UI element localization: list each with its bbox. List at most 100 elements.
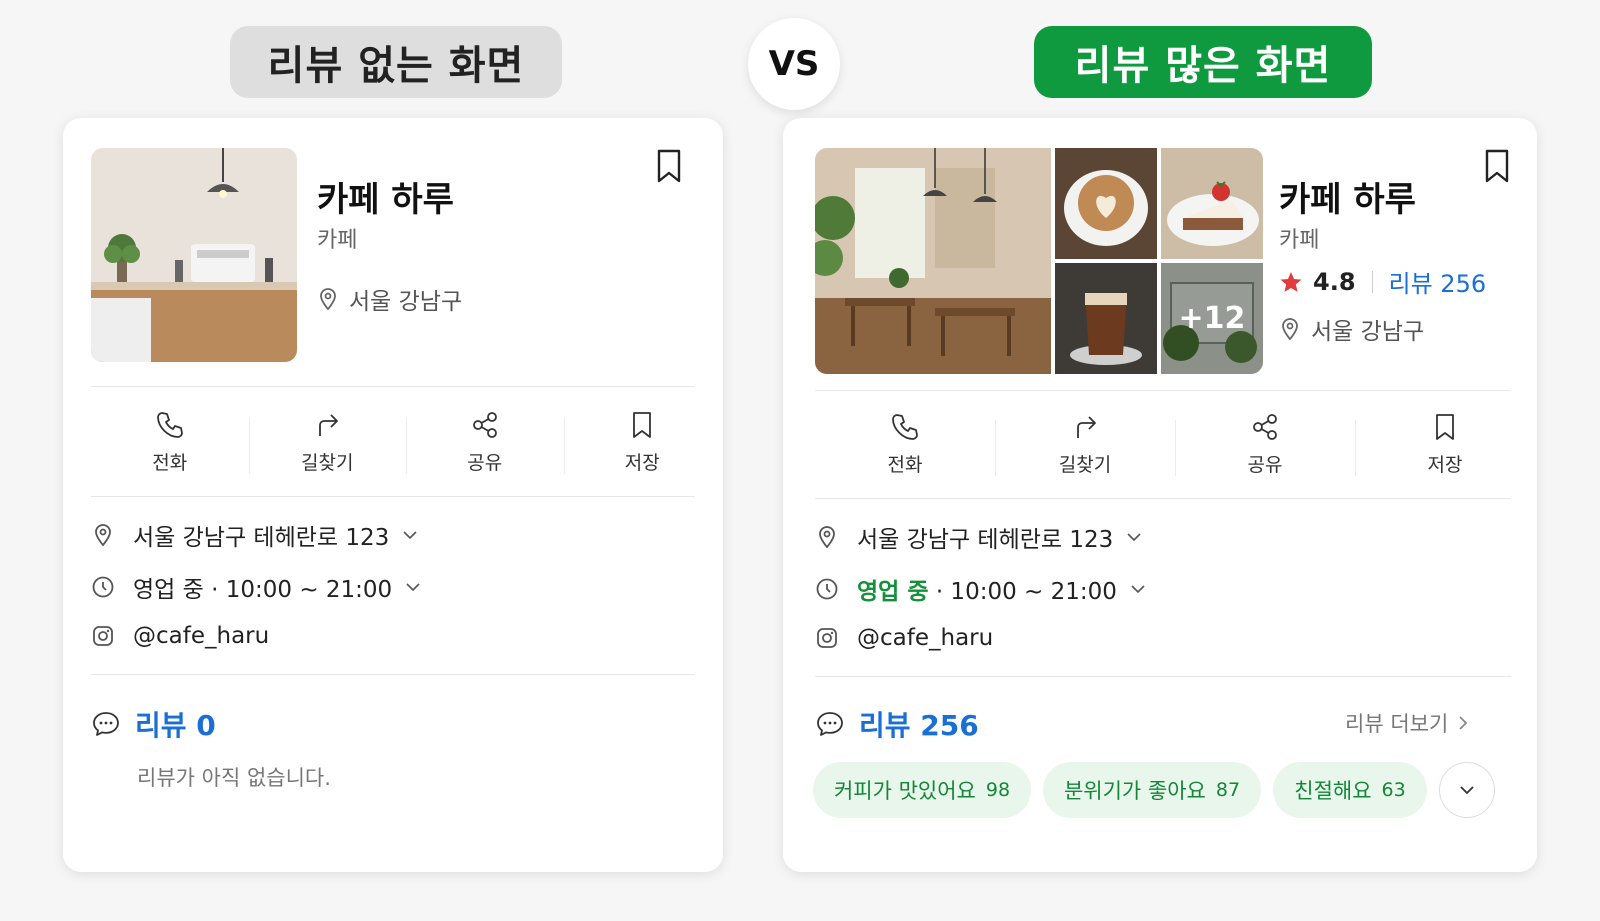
review-keyword-chip[interactable]: 친절해요 63 [1273, 762, 1427, 818]
address-row[interactable]: 서울 강남구 테헤란로 123 [815, 520, 1143, 554]
store-location-text: 서울 강남구 [349, 289, 463, 315]
review-count-label: 리뷰 256 [859, 709, 979, 742]
rating-separator [1371, 270, 1373, 293]
review-keyword-chip[interactable]: 분위기가 좋아요 87 [1043, 762, 1261, 818]
divider [815, 498, 1511, 499]
iced-coffee-image [1055, 263, 1157, 374]
chip-count: 98 [985, 779, 1011, 801]
directions-button[interactable]: 길찾기 [995, 412, 1175, 477]
chevron-down-icon [1127, 533, 1141, 542]
bookmark-icon [1436, 414, 1454, 440]
directions-button[interactable]: 길찾기 [248, 410, 407, 475]
bookmark-icon[interactable] [655, 148, 683, 184]
directions-label: 길찾기 [1058, 454, 1112, 476]
divider [815, 390, 1511, 391]
directions-icon [1077, 416, 1096, 438]
photo-more[interactable]: +12 [1161, 263, 1263, 374]
place-card-no-reviews: 카페 하루 카페 서울 강남구 전화 길찾기 공유 저장 서울 강남구 테헤란로… [63, 118, 723, 872]
vs-badge: VS [748, 18, 840, 110]
address-row[interactable]: 서울 강남구 테헤란로 123 [91, 518, 419, 552]
photo-latte[interactable] [1055, 148, 1157, 259]
divider [91, 674, 695, 675]
right-screen-title: 리뷰 많은 화면 [1034, 26, 1372, 98]
bookmark-icon[interactable] [1483, 148, 1511, 184]
store-location-text: 서울 강남구 [1311, 319, 1425, 345]
left-screen-title: 리뷰 없는 화면 [230, 26, 562, 98]
phone-icon [892, 414, 918, 440]
store-category: 카페 [317, 228, 358, 253]
action-bar: 전화 길찾기 공유 저장 [91, 410, 721, 475]
share-button[interactable]: 공유 [406, 410, 564, 475]
share-icon [1253, 414, 1277, 440]
store-name: 카페 하루 [1279, 180, 1416, 220]
photo-main[interactable] [815, 148, 1051, 374]
open-status: 영업 중 [133, 577, 204, 603]
photo-more-count: +12 [1161, 263, 1263, 374]
rating-row[interactable]: 4.8 리뷰 256 [1279, 264, 1486, 299]
address-text: 서울 강남구 테헤란로 123 [133, 525, 390, 551]
action-bar: 전화 길찾기 공유 저장 [815, 412, 1535, 477]
cafe-photo[interactable] [91, 148, 297, 362]
share-icon [472, 412, 497, 438]
store-location: 서울 강남구 [317, 282, 462, 316]
cake-image [1161, 148, 1263, 259]
review-keyword-chip[interactable]: 커피가 맛있어요 98 [813, 762, 1031, 818]
chevron-right-icon [1459, 716, 1468, 730]
review-header[interactable]: 리뷰 0 [91, 704, 216, 744]
store-location: 서울 강남구 [1279, 312, 1424, 346]
call-label: 전화 [152, 452, 188, 474]
call-button[interactable]: 전화 [815, 412, 995, 477]
chip-count: 63 [1381, 779, 1406, 801]
instagram-row[interactable]: @cafe_haru [815, 625, 993, 651]
chat-bubble-icon [817, 712, 843, 736]
instagram-icon [817, 628, 837, 648]
instagram-handle: @cafe_haru [133, 623, 270, 649]
chevron-down-icon [1131, 585, 1145, 594]
hours-time: · 10:00 ~ 21:00 [211, 577, 393, 603]
phone-icon [156, 412, 183, 438]
cafe-interior-image [91, 148, 297, 362]
star-icon [1280, 271, 1302, 292]
review-count-label: 리뷰 0 [135, 709, 216, 742]
share-label: 공유 [1247, 454, 1283, 476]
hours-row[interactable]: 영업 중 · 10:00 ~ 21:00 [91, 570, 422, 604]
hours-time: · 10:00 ~ 21:00 [935, 579, 1117, 605]
save-button[interactable]: 저장 [563, 410, 722, 475]
divider [815, 676, 1511, 677]
pin-icon [1282, 318, 1298, 341]
instagram-handle: @cafe_haru [857, 625, 994, 651]
chat-bubble-icon [93, 712, 119, 736]
share-label: 공유 [467, 452, 503, 474]
pin-icon [819, 526, 835, 549]
photo-iced-coffee[interactable] [1055, 263, 1157, 374]
chip-label: 커피가 맛있어요 [833, 779, 976, 803]
chip-label: 분위기가 좋아요 [1063, 779, 1206, 803]
pin-icon [320, 288, 336, 311]
open-status: 영업 중 [857, 579, 929, 605]
pin-icon [95, 524, 111, 547]
hours-row[interactable]: 영업 중 · 10:00 ~ 21:00 [815, 572, 1147, 606]
directions-label: 길찾기 [301, 452, 354, 474]
review-more-link[interactable]: 리뷰 더보기 [1345, 708, 1470, 738]
clock-icon [92, 576, 114, 598]
place-card-many-reviews: +12 카페 하루 카페 4.8 리뷰 256 서울 강남구 전화 길찾기 공유… [783, 118, 1537, 872]
photo-cake[interactable] [1161, 148, 1263, 259]
chip-label: 친절해요 [1294, 779, 1372, 803]
clock-icon [816, 578, 838, 600]
rating-review-link[interactable]: 리뷰 256 [1389, 264, 1487, 299]
expand-chips-button[interactable] [1439, 762, 1495, 818]
save-button[interactable]: 저장 [1355, 412, 1535, 477]
review-header[interactable]: 리뷰 256 [815, 704, 979, 744]
call-label: 전화 [887, 454, 923, 476]
chip-count: 87 [1215, 779, 1241, 801]
call-button[interactable]: 전화 [91, 410, 249, 475]
share-button[interactable]: 공유 [1175, 412, 1355, 477]
chevron-down-icon [403, 531, 417, 540]
store-category: 카페 [1279, 228, 1320, 253]
instagram-row[interactable]: @cafe_haru [91, 623, 269, 649]
rating-value: 4.8 [1313, 267, 1356, 296]
save-label: 저장 [1427, 454, 1463, 476]
review-more-label: 리뷰 더보기 [1345, 712, 1449, 736]
divider [91, 496, 695, 497]
bookmark-icon [633, 412, 652, 438]
